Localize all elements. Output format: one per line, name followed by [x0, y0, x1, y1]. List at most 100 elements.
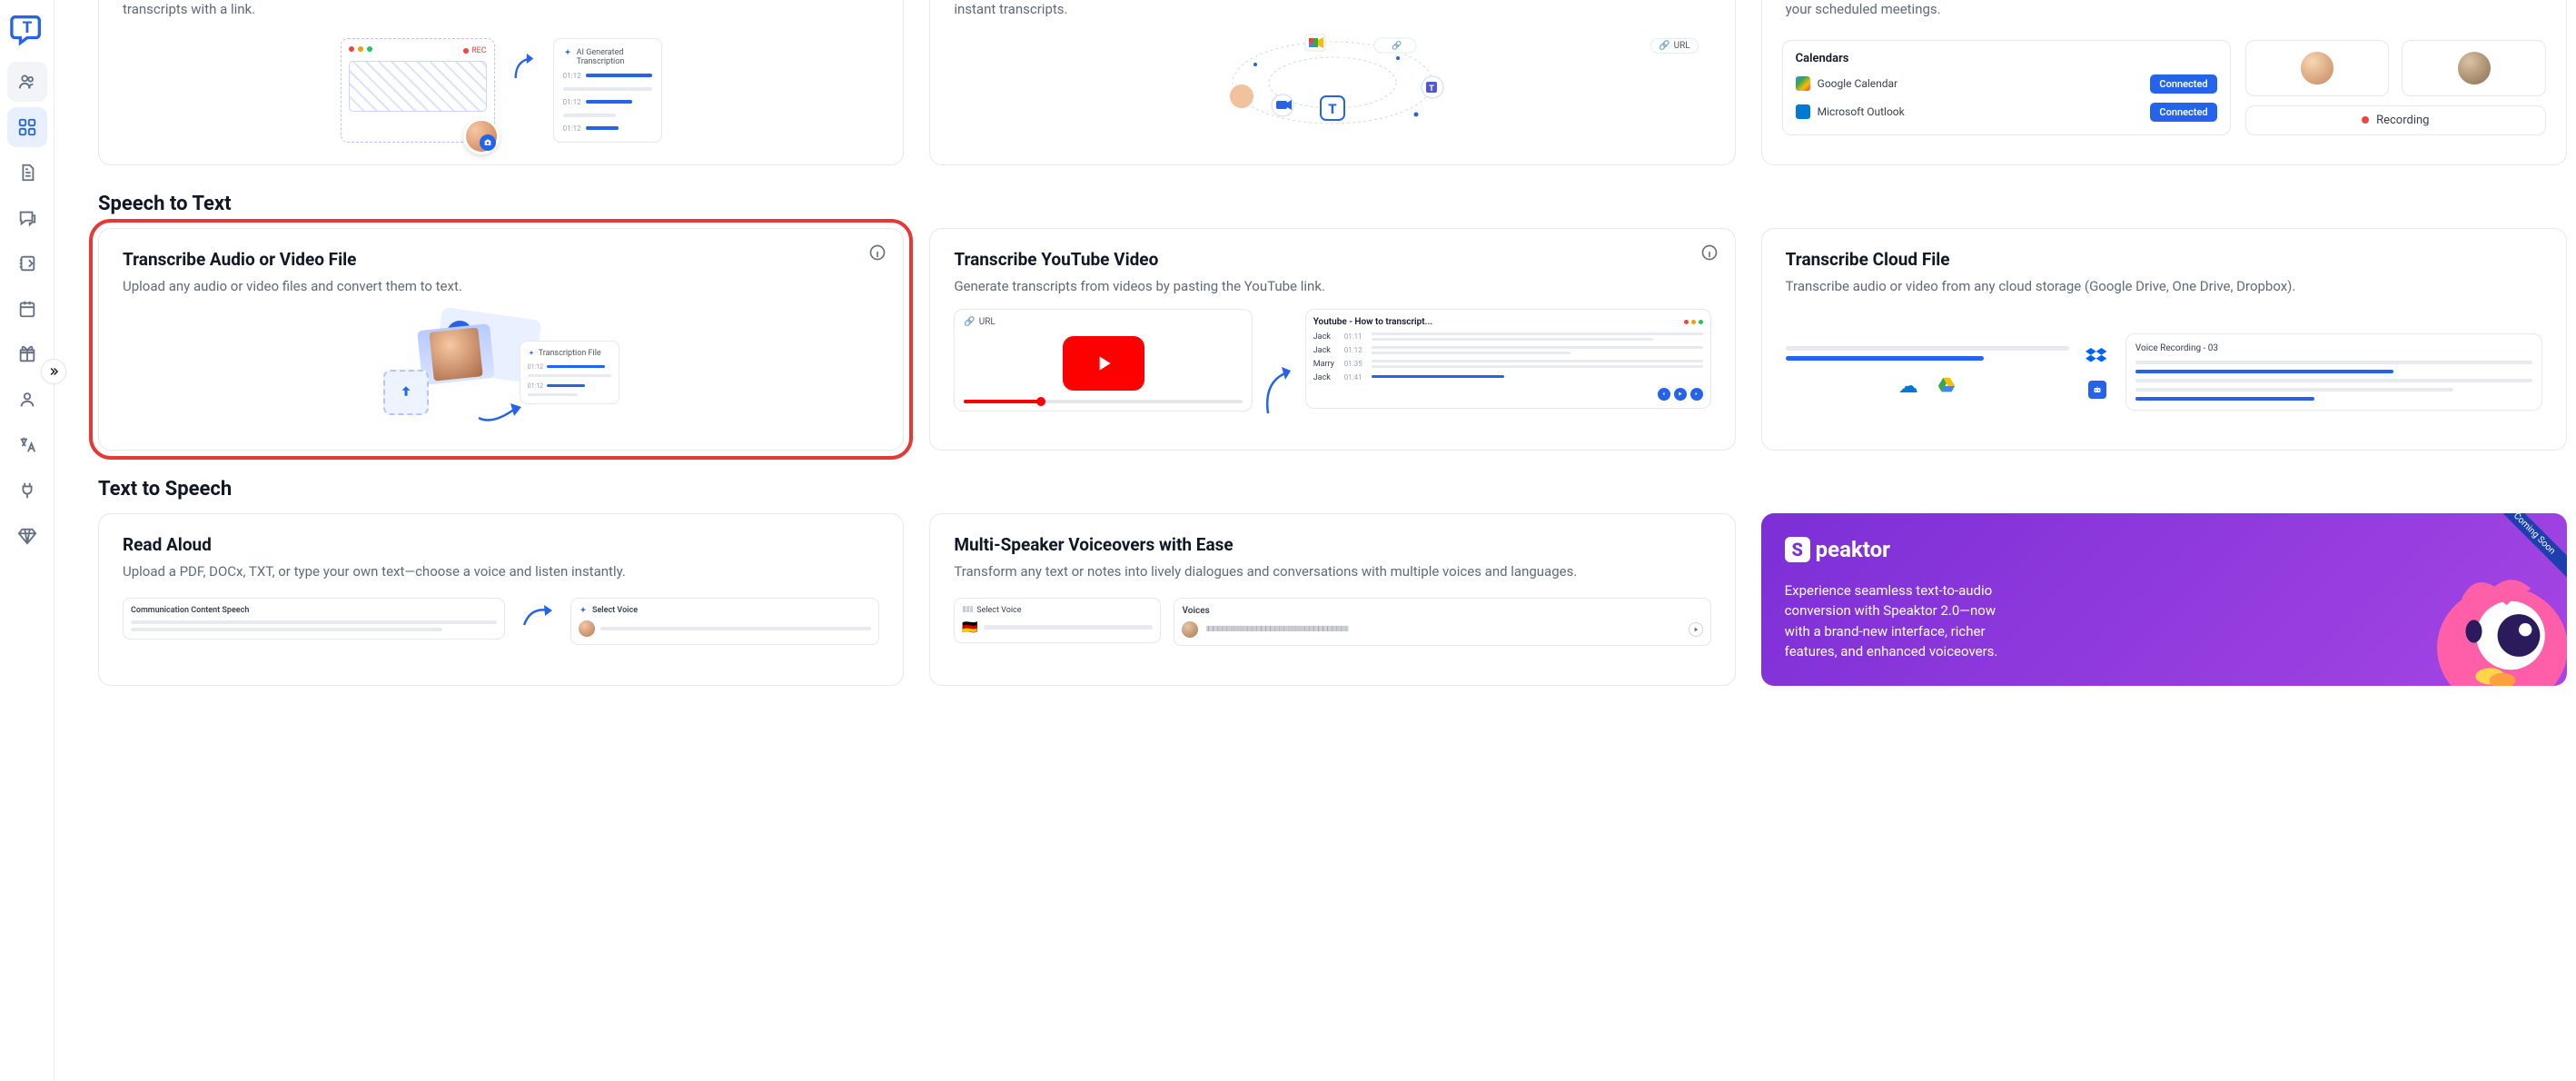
url-label: URL [1674, 41, 1690, 51]
card-transcribe-youtube[interactable]: Transcribe YouTube Video Generate transc… [929, 228, 1735, 451]
card-speaktor-promo[interactable]: Coming Soon Speaktor Experience seamless… [1761, 513, 2567, 686]
voices-label: Voices [1182, 606, 1702, 616]
notebook-icon [17, 253, 37, 273]
card-read-aloud[interactable]: Read Aloud Upload a PDF, DOCx, TXT, or t… [98, 513, 904, 686]
prev-icon [1658, 388, 1670, 401]
nav-translate[interactable] [7, 425, 47, 465]
select-voice-label: Select Voice [976, 606, 1021, 615]
transcription-file-label: Transcription File [539, 349, 601, 358]
info-icon[interactable] [868, 243, 887, 262]
sparkle-icon [563, 48, 572, 57]
card-title: Transcribe Cloud File [1786, 249, 2542, 270]
card-desc: Transcribe audio or video from any cloud… [1786, 277, 2542, 297]
feature-card-transcripts-link[interactable]: transcripts with a link. REC [98, 0, 904, 165]
recording-dot-icon [2362, 116, 2369, 124]
card-desc: instant transcripts. [930, 0, 1734, 33]
document-icon [17, 163, 37, 183]
avatar [579, 620, 595, 637]
play-circle-icon [1689, 622, 1703, 637]
nav-team[interactable] [7, 62, 47, 102]
camera-icon [483, 138, 492, 147]
translate-icon [17, 435, 37, 455]
section-text-to-speech-title: Text to Speech [98, 478, 2576, 501]
link-icon: 🔗 [964, 317, 975, 327]
transcript-row: Marry01:35 [1313, 360, 1703, 369]
svg-text:T: T [22, 19, 32, 37]
info-icon[interactable] [1700, 243, 1719, 262]
sparkle-icon [579, 606, 588, 615]
chevron-right-double-icon [47, 365, 60, 378]
card-title: Transcribe Audio or Video File [123, 249, 879, 270]
rec-label: REC [471, 46, 487, 55]
svg-text:🔗: 🔗 [1392, 40, 1402, 51]
nav-dashboard[interactable] [7, 107, 47, 147]
card-desc: Upload a PDF, DOCx, TXT, or type your ow… [123, 562, 879, 582]
user-icon [17, 390, 37, 410]
card-title: Read Aloud [123, 534, 879, 555]
svg-text:T: T [1429, 84, 1434, 94]
card-desc: Upload any audio or video files and conv… [123, 277, 879, 297]
flag-germany-icon: 🇩🇪 [962, 620, 977, 635]
sidebar-expand-button[interactable] [41, 359, 66, 384]
card-transcribe-file[interactable]: Transcribe Audio or Video File Upload an… [98, 228, 904, 451]
play-icon [1674, 388, 1687, 401]
transcript-row: Jack01:11 [1313, 332, 1703, 342]
ai-transcription-label: AI Generated Transcription [577, 48, 625, 66]
section-speech-to-text-title: Speech to Text [98, 193, 2576, 215]
content-speech-label: Communication Content Speech [131, 606, 497, 615]
google-calendar-label: Google Calendar [1818, 77, 2144, 90]
avatar [2456, 50, 2492, 86]
logo-icon: T [10, 12, 45, 46]
connected-badge: Connected [2150, 103, 2216, 122]
bot-icon [2088, 381, 2106, 399]
nav-calendar[interactable] [7, 289, 47, 329]
nav-chat[interactable] [7, 198, 47, 238]
nav-integrations[interactable] [7, 471, 47, 511]
arrow-icon [511, 38, 537, 93]
card-desc: Transform any text or notes into lively … [954, 562, 1710, 582]
select-voice-label: Select Voice [592, 606, 638, 615]
next-icon [1690, 388, 1703, 401]
outlook-icon [1796, 104, 1810, 119]
feature-card-instant-transcripts[interactable]: instant transcripts. T [929, 0, 1735, 165]
outlook-label: Microsoft Outlook [1818, 105, 2144, 118]
calendar-icon [17, 299, 37, 319]
upload-icon [398, 384, 414, 401]
card-transcribe-cloud[interactable]: Transcribe Cloud File Transcribe audio o… [1761, 228, 2567, 451]
sidebar: T [0, 0, 54, 1081]
card-title: Multi-Speaker Voiceovers with Ease [954, 534, 1710, 555]
mascot-icon [2413, 550, 2567, 686]
avatar [2299, 50, 2335, 86]
plug-icon [17, 481, 37, 501]
recording-label: Recording [2376, 114, 2429, 127]
card-desc: Generate transcripts from videos by past… [954, 277, 1710, 297]
sparkle-icon [528, 350, 535, 357]
chat-icon [17, 208, 37, 228]
dropbox-icon [2086, 346, 2109, 373]
link-icon: 🔗 [1659, 41, 1669, 51]
avatar [1182, 621, 1198, 638]
connected-badge: Connected [2150, 74, 2216, 94]
nav-premium[interactable] [7, 516, 47, 556]
nav-notes[interactable] [7, 243, 47, 283]
card-title: Transcribe YouTube Video [954, 249, 1710, 270]
arrow-icon [1263, 345, 1294, 436]
main-content: transcripts with a link. REC [54, 0, 2576, 1081]
url-label: URL [979, 317, 996, 327]
card-desc: transcripts with a link. [99, 0, 903, 33]
card-desc: your scheduled meetings. [1762, 0, 2566, 33]
diamond-icon [17, 526, 37, 546]
app-logo[interactable]: T [7, 9, 47, 49]
feature-card-scheduled-meetings[interactable]: your scheduled meetings. Calendars Googl… [1761, 0, 2567, 165]
voice-recording-label: Voice Recording - 03 [2135, 343, 2532, 353]
svg-text:T: T [1328, 101, 1337, 117]
nav-documents[interactable] [7, 153, 47, 193]
speaktor-desc: Experience seamless text-to-audio conver… [1785, 580, 2021, 662]
people-icon [17, 72, 37, 92]
google-calendar-icon [1796, 76, 1810, 91]
transcript-row: Jack01:12 [1313, 346, 1703, 355]
yt-title: Youtube - How to transcript... [1313, 317, 1432, 327]
google-drive-icon [1937, 375, 1957, 399]
nav-profile[interactable] [7, 380, 47, 420]
card-multi-speaker[interactable]: Multi-Speaker Voiceovers with Ease Trans… [929, 513, 1735, 686]
